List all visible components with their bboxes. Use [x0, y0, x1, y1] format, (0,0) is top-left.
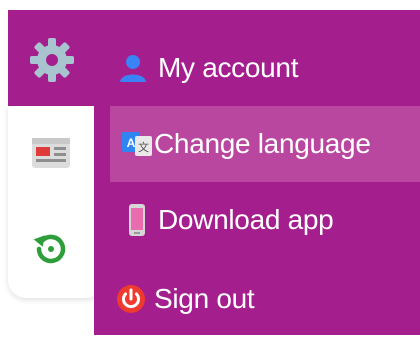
history-icon[interactable] [26, 224, 76, 274]
menu-item-label: Download app [158, 204, 334, 235]
menu-item-change-language[interactable]: A 文 Change language [110, 106, 420, 182]
menu-item-my-account[interactable]: My account [94, 30, 420, 106]
news-icon[interactable] [26, 128, 76, 178]
svg-text:文: 文 [138, 140, 149, 154]
phone-icon [120, 203, 154, 237]
power-icon [114, 282, 148, 316]
left-sidebar [8, 106, 104, 298]
menu-item-label: My account [158, 52, 299, 83]
settings-gear-icon[interactable] [26, 34, 78, 86]
user-icon [116, 51, 150, 85]
translate-icon: A 文 [120, 127, 154, 161]
account-menu: My account A 文 Change language Download … [94, 10, 420, 335]
svg-text:A: A [127, 136, 136, 150]
menu-item-sign-out[interactable]: Sign out [94, 261, 420, 337]
menu-item-label: Change language [154, 128, 371, 159]
menu-item-download-app[interactable]: Download app [94, 182, 420, 258]
menu-item-label: Sign out [154, 283, 255, 314]
